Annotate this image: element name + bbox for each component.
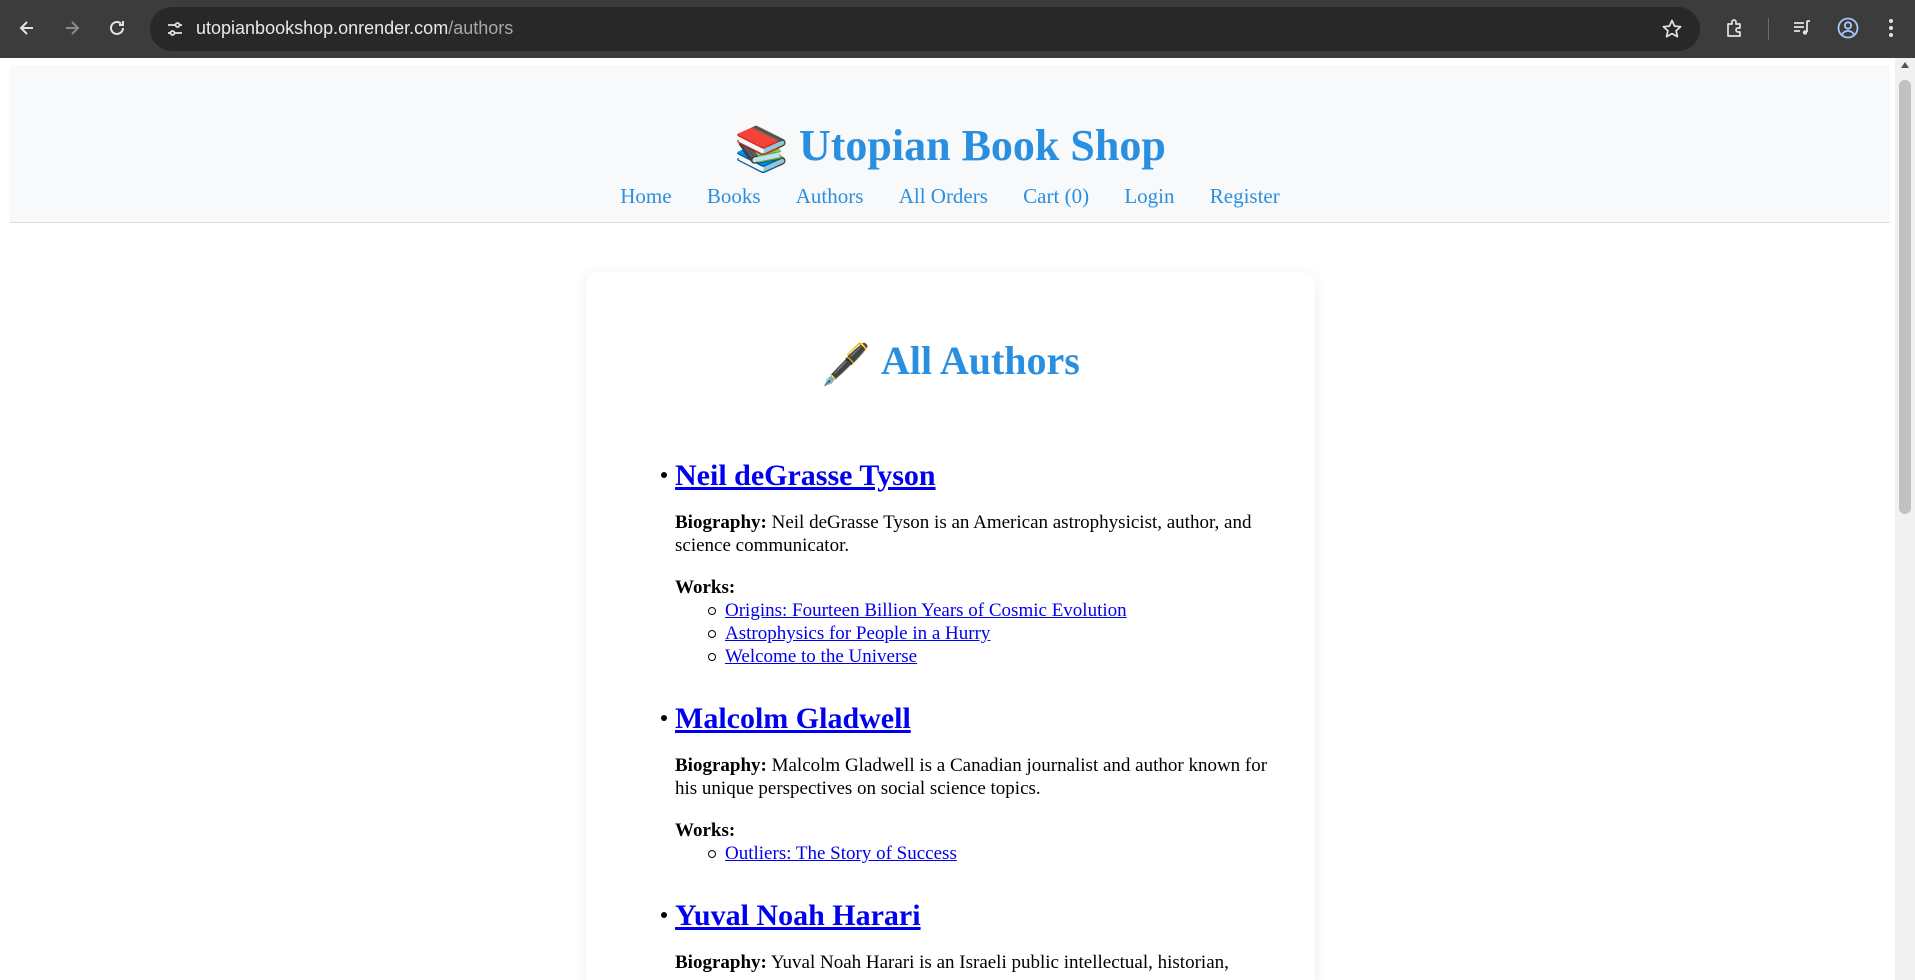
author-name-link[interactable]: Malcolm Gladwell (675, 701, 911, 737)
work-item: Outliers: The Story of Success (675, 842, 1275, 865)
list-bullet (661, 912, 667, 918)
work-link[interactable]: Origins: Fourteen Billion Years of Cosmi… (725, 600, 1127, 621)
site-header: 📚 Utopian Book Shop Home Books Authors Al… (10, 65, 1890, 223)
page-title-text: All Authors (880, 338, 1080, 383)
author-biography: Biography: Neil deGrasse Tyson is an Ame… (675, 511, 1275, 557)
authors-card: 🖋️ All Authors Neil deGrasse Tyson Biogra… (586, 272, 1315, 980)
extensions-icon[interactable] (1720, 13, 1750, 43)
url-text[interactable]: utopianbookshop.onrender.com/authors (196, 18, 513, 39)
list-bullet (661, 472, 667, 478)
page-content: 📚 Utopian Book Shop Home Books Authors Al… (0, 58, 1895, 980)
toolbar-divider (1768, 18, 1769, 40)
author-biography: Biography: Yuval Noah Harari is an Israe… (675, 951, 1275, 974)
work-item: Welcome to the Universe (675, 645, 1275, 668)
kebab-menu-icon[interactable] (1876, 13, 1906, 43)
work-item: Astrophysics for People in a Hurry (675, 622, 1275, 645)
author-name-link[interactable]: Yuval Noah Harari (675, 898, 921, 934)
profile-avatar-icon[interactable] (1833, 13, 1863, 43)
author-item: Neil deGrasse Tyson Biography: Neil deGr… (661, 458, 1275, 668)
author-name-link[interactable]: Neil deGrasse Tyson (675, 458, 936, 494)
works-list: Origins: Fourteen Billion Years of Cosmi… (675, 599, 1275, 668)
biography-label: Biography: (675, 952, 767, 973)
url-host: utopianbookshop.onrender.com (196, 18, 449, 38)
nav-home-link[interactable]: Home (620, 184, 671, 208)
fountain-pen-icon: 🖋️ (821, 342, 871, 387)
author-item: Malcolm Gladwell Biography: Malcolm Glad… (661, 701, 1275, 865)
circle-bullet-icon (708, 630, 716, 638)
scrollbar-thumb[interactable] (1899, 80, 1911, 514)
bookmark-star-icon[interactable] (1660, 17, 1684, 41)
work-link[interactable]: Outliers: The Story of Success (725, 843, 957, 864)
site-title: 📚 Utopian Book Shop (10, 121, 1890, 175)
nav-all-orders-link[interactable]: All Orders (899, 184, 988, 208)
nav-cart-link[interactable]: Cart (0) (1023, 184, 1089, 208)
site-info-icon[interactable] (164, 18, 186, 40)
main-nav: Home Books Authors All Orders Cart (0) L… (10, 183, 1890, 209)
list-bullet (661, 715, 667, 721)
works-label: Works: (675, 577, 736, 598)
site-title-text: Utopian Book Shop (798, 121, 1166, 170)
reload-button[interactable] (101, 12, 133, 44)
browser-toolbar: utopianbookshop.onrender.com/authors (0, 0, 1915, 58)
works-list: Outliers: The Story of Success (675, 842, 1275, 865)
works-label: Works: (675, 820, 736, 841)
scroll-up-icon[interactable] (1901, 62, 1909, 68)
biography-label: Biography: (675, 512, 767, 533)
work-link[interactable]: Welcome to the Universe (725, 646, 917, 667)
arrow-right-icon (66, 21, 80, 35)
circle-bullet-icon (708, 653, 716, 661)
biography-text: Yuval Noah Harari is an Israeli public i… (770, 952, 1229, 973)
nav-login-link[interactable]: Login (1124, 184, 1174, 208)
forward-button[interactable] (56, 12, 88, 44)
page-title: 🖋️ All Authors (586, 338, 1315, 388)
nav-register-link[interactable]: Register (1210, 184, 1280, 208)
media-controls-icon[interactable] (1787, 13, 1817, 43)
circle-bullet-icon (708, 607, 716, 615)
author-item: Yuval Noah Harari Biography: Yuval Noah … (661, 898, 1275, 974)
reload-icon (110, 20, 124, 35)
arrow-left-icon (19, 21, 33, 35)
nav-authors-link[interactable]: Authors (796, 184, 864, 208)
address-bar[interactable]: utopianbookshop.onrender.com/authors (150, 7, 1700, 51)
back-button[interactable] (11, 12, 43, 44)
circle-bullet-icon (708, 850, 716, 858)
url-path: /authors (448, 18, 514, 38)
work-link[interactable]: Astrophysics for People in a Hurry (725, 623, 990, 644)
nav-books-link[interactable]: Books (707, 184, 761, 208)
books-icon: 📚 (734, 125, 789, 174)
work-item: Origins: Fourteen Billion Years of Cosmi… (675, 599, 1275, 622)
page-scrollbar[interactable] (1895, 58, 1915, 980)
author-biography: Biography: Malcolm Gladwell is a Canadia… (675, 754, 1275, 800)
biography-label: Biography: (675, 755, 767, 776)
